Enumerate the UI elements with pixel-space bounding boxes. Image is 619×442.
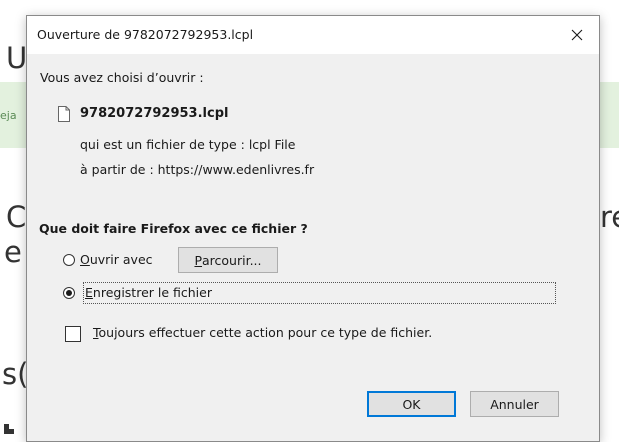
cancel-button[interactable]: Annuler: [470, 391, 559, 417]
always-do-checkbox[interactable]: [65, 326, 81, 342]
save-file-radio[interactable]: [63, 287, 75, 299]
file-name: 9782072792953.lcpl: [80, 106, 229, 121]
dialog-title: Ouverture de 9782072792953.lcpl: [37, 27, 254, 42]
file-source-text: à partir de : https://www.edenlivres.fr: [80, 162, 315, 177]
background-icon: [4, 424, 14, 434]
dialog-titlebar: Ouverture de 9782072792953.lcpl: [27, 16, 599, 54]
ok-button[interactable]: OK: [367, 391, 456, 417]
close-button[interactable]: [555, 16, 599, 54]
background-text-fragment: e: [4, 235, 22, 269]
open-with-label[interactable]: Ouvrir avec: [80, 252, 153, 267]
save-file-label[interactable]: Enregistrer le fichier: [85, 285, 212, 300]
download-dialog: Ouverture de 9782072792953.lcpl Vous ave…: [26, 15, 600, 442]
background-text-fragment: s(: [2, 357, 29, 391]
always-do-label[interactable]: Toujours effectuer cette action pour ce …: [93, 325, 432, 340]
file-icon: [58, 106, 70, 122]
background-text-fragment: eja: [0, 109, 17, 122]
file-type-text: qui est un fichier de type : lcpl File: [80, 137, 296, 152]
action-question: Que doit faire Firefox avec ce fichier ?: [39, 221, 308, 236]
close-icon: [571, 29, 583, 41]
browse-button[interactable]: Parcourir...: [178, 247, 278, 273]
background-text-fragment: C: [6, 200, 27, 234]
intro-text: Vous avez choisi d’ouvrir :: [40, 70, 204, 85]
open-with-radio[interactable]: [63, 254, 75, 266]
background-text-fragment: re: [600, 200, 619, 234]
background-text-fragment: U: [6, 41, 28, 75]
